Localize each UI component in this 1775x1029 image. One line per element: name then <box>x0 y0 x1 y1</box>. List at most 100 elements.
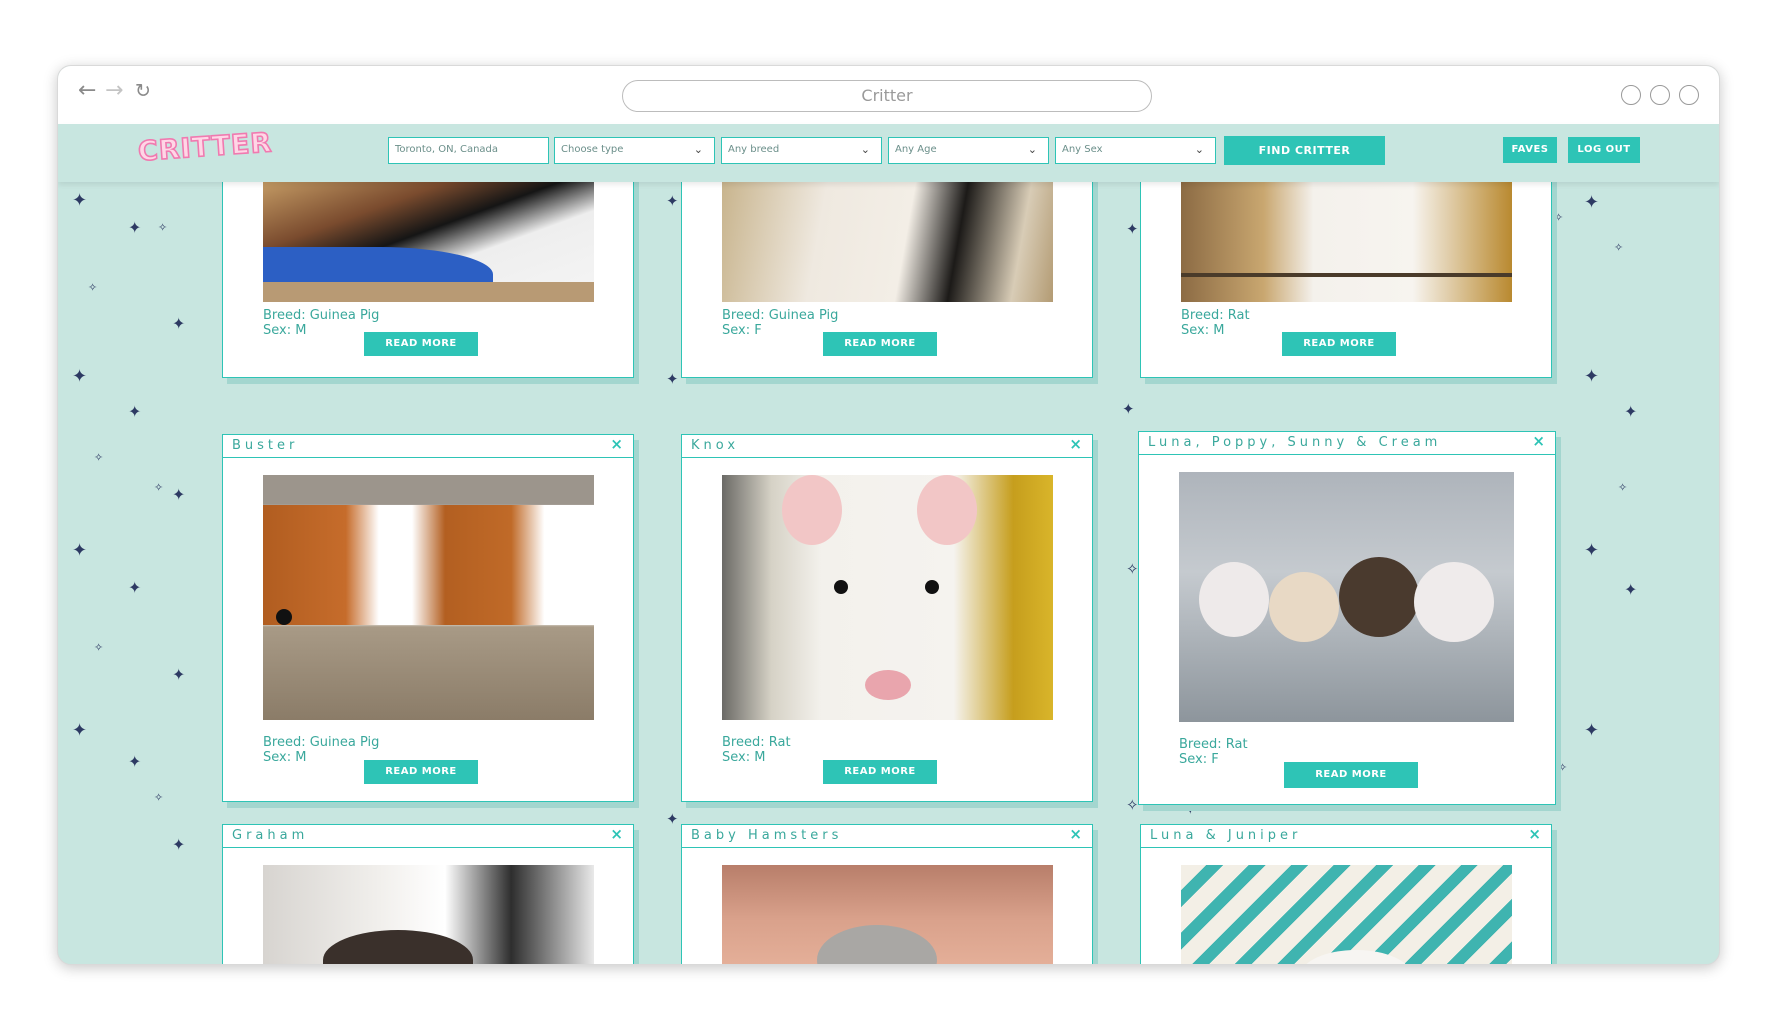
pet-card[interactable]: Buster × Breed: Guinea Pig Sex: M READ M… <box>222 434 634 802</box>
sparkle-icon: ✦ <box>72 190 88 211</box>
pet-photo[interactable] <box>1179 472 1514 722</box>
sparkle-icon: ✦ <box>72 366 88 387</box>
sparkle-icon: ✧ <box>88 281 98 294</box>
sparkle-icon: ✦ <box>72 720 88 741</box>
read-more-button[interactable]: READ MORE <box>1284 762 1418 788</box>
pet-photo[interactable] <box>1181 865 1512 964</box>
pet-card[interactable]: Luna, Poppy, Sunny & Cream × Breed: Rat … <box>1138 431 1556 805</box>
photo-rat <box>1414 562 1494 642</box>
pet-photo[interactable] <box>263 182 594 302</box>
sex-select-value: Any Sex <box>1062 144 1103 155</box>
photo-bedding <box>263 282 594 302</box>
read-more-button[interactable]: READ MORE <box>364 760 478 784</box>
breed-select[interactable]: Any breed ⌄ <box>721 137 882 164</box>
sparkle-icon: ✦ <box>1126 220 1139 238</box>
read-more-button[interactable]: READ MORE <box>1282 332 1396 356</box>
photo-eye <box>834 580 848 594</box>
close-icon[interactable]: × <box>610 435 623 453</box>
pet-breed: Breed: Rat <box>1181 308 1250 323</box>
sparkle-icon: ✦ <box>1584 192 1600 213</box>
address-bar[interactable]: Critter <box>622 80 1152 112</box>
close-icon[interactable]: × <box>1532 432 1545 450</box>
sparkle-icon: ✦ <box>128 752 142 771</box>
pet-card[interactable]: Knox × Breed: Rat Sex: M READ MORE <box>681 434 1093 802</box>
pet-photo[interactable] <box>1181 182 1512 302</box>
sparkle-icon: ✧ <box>1126 560 1139 578</box>
reload-icon[interactable]: ↻ <box>135 82 151 101</box>
card-header: Luna, Poppy, Sunny & Cream × <box>1139 432 1555 455</box>
window-control-icon[interactable] <box>1650 85 1670 105</box>
pet-sex: Sex: M <box>722 750 766 765</box>
age-select[interactable]: Any Age ⌄ <box>888 137 1049 164</box>
sparkle-icon: ✧ <box>154 791 164 804</box>
back-arrow-icon[interactable]: ← <box>78 80 96 102</box>
pet-card[interactable]: Luna & Juniper × <box>1140 824 1552 964</box>
sparkle-icon: ✧ <box>1614 241 1624 254</box>
close-icon[interactable]: × <box>1069 435 1082 453</box>
logout-button[interactable]: LOG OUT <box>1568 137 1640 163</box>
forward-arrow-icon[interactable]: → <box>105 80 123 102</box>
pet-name: Baby Hamsters <box>691 828 843 843</box>
read-more-button[interactable]: READ MORE <box>823 332 937 356</box>
pet-name: Graham <box>232 828 309 843</box>
find-critter-button[interactable]: FIND CRITTER <box>1224 136 1385 165</box>
sex-select[interactable]: Any Sex ⌄ <box>1055 137 1216 164</box>
card-header: Buster × <box>223 435 633 458</box>
app-header: CRITTER Toronto, ON, Canada Choose type … <box>58 124 1719 182</box>
pet-photo[interactable] <box>722 865 1053 964</box>
sparkle-icon: ✧ <box>1618 481 1628 494</box>
location-input[interactable]: Toronto, ON, Canada <box>388 137 549 164</box>
read-more-button[interactable]: READ MORE <box>823 760 937 784</box>
pet-breed: Breed: Guinea Pig <box>263 308 380 323</box>
critter-logo[interactable]: CRITTER <box>136 127 274 169</box>
pet-photo[interactable] <box>722 182 1053 302</box>
sparkle-icon: ✦ <box>1584 720 1600 741</box>
chevron-down-icon: ⌄ <box>1027 143 1037 156</box>
pet-card[interactable]: Baby Hamsters × <box>681 824 1093 964</box>
sparkle-icon: ✦ <box>666 370 679 388</box>
sparkle-icon: ✦ <box>1624 580 1638 599</box>
sparkle-icon: ✦ <box>172 665 186 684</box>
breed-select-value: Any breed <box>728 144 780 155</box>
pet-sex: Sex: M <box>1181 323 1225 338</box>
pet-photo[interactable] <box>263 865 594 964</box>
window-control-icon[interactable] <box>1679 85 1699 105</box>
pet-name: Buster <box>232 438 299 453</box>
sparkle-icon: ✧ <box>158 221 168 234</box>
read-more-button[interactable]: READ MORE <box>364 332 478 356</box>
pet-breed: Breed: Guinea Pig <box>263 735 380 750</box>
close-icon[interactable]: × <box>610 825 623 843</box>
photo-rat <box>1199 562 1269 637</box>
photo-rat <box>1339 557 1419 637</box>
pet-photo[interactable] <box>263 475 594 720</box>
pet-card[interactable]: Graham × <box>222 824 634 964</box>
sparkle-icon: ✦ <box>128 578 142 597</box>
sparkle-icon: ✦ <box>666 810 679 828</box>
pet-sex: Sex: M <box>263 323 307 338</box>
sparkle-icon: ✧ <box>94 451 104 464</box>
sparkle-icon: ✦ <box>172 835 186 854</box>
photo-fur <box>263 505 594 625</box>
faves-button[interactable]: FAVES <box>1503 137 1557 163</box>
photo-cage-bar <box>1181 273 1512 277</box>
pet-sex: Sex: M <box>263 750 307 765</box>
pet-breed: Breed: Rat <box>722 735 791 750</box>
photo-ear <box>782 475 842 545</box>
type-select[interactable]: Choose type ⌄ <box>554 137 715 164</box>
chevron-down-icon: ⌄ <box>1194 143 1204 156</box>
type-select-value: Choose type <box>561 144 624 155</box>
pet-breed: Breed: Guinea Pig <box>722 308 839 323</box>
photo-rat <box>1269 572 1339 642</box>
close-icon[interactable]: × <box>1528 825 1541 843</box>
pet-sex: Sex: F <box>1179 752 1219 767</box>
close-icon[interactable]: × <box>1069 825 1082 843</box>
pet-photo[interactable] <box>722 475 1053 720</box>
photo-ear <box>917 475 977 545</box>
photo-hamster <box>817 925 937 964</box>
sparkle-icon: ✧ <box>1126 796 1139 814</box>
browser-toolbar: ← → ↻ Critter <box>58 66 1719 125</box>
photo-rat <box>1301 950 1411 964</box>
window-control-icon[interactable] <box>1621 85 1641 105</box>
sparkle-icon: ✧ <box>1554 211 1564 224</box>
chevron-down-icon: ⌄ <box>693 143 703 156</box>
